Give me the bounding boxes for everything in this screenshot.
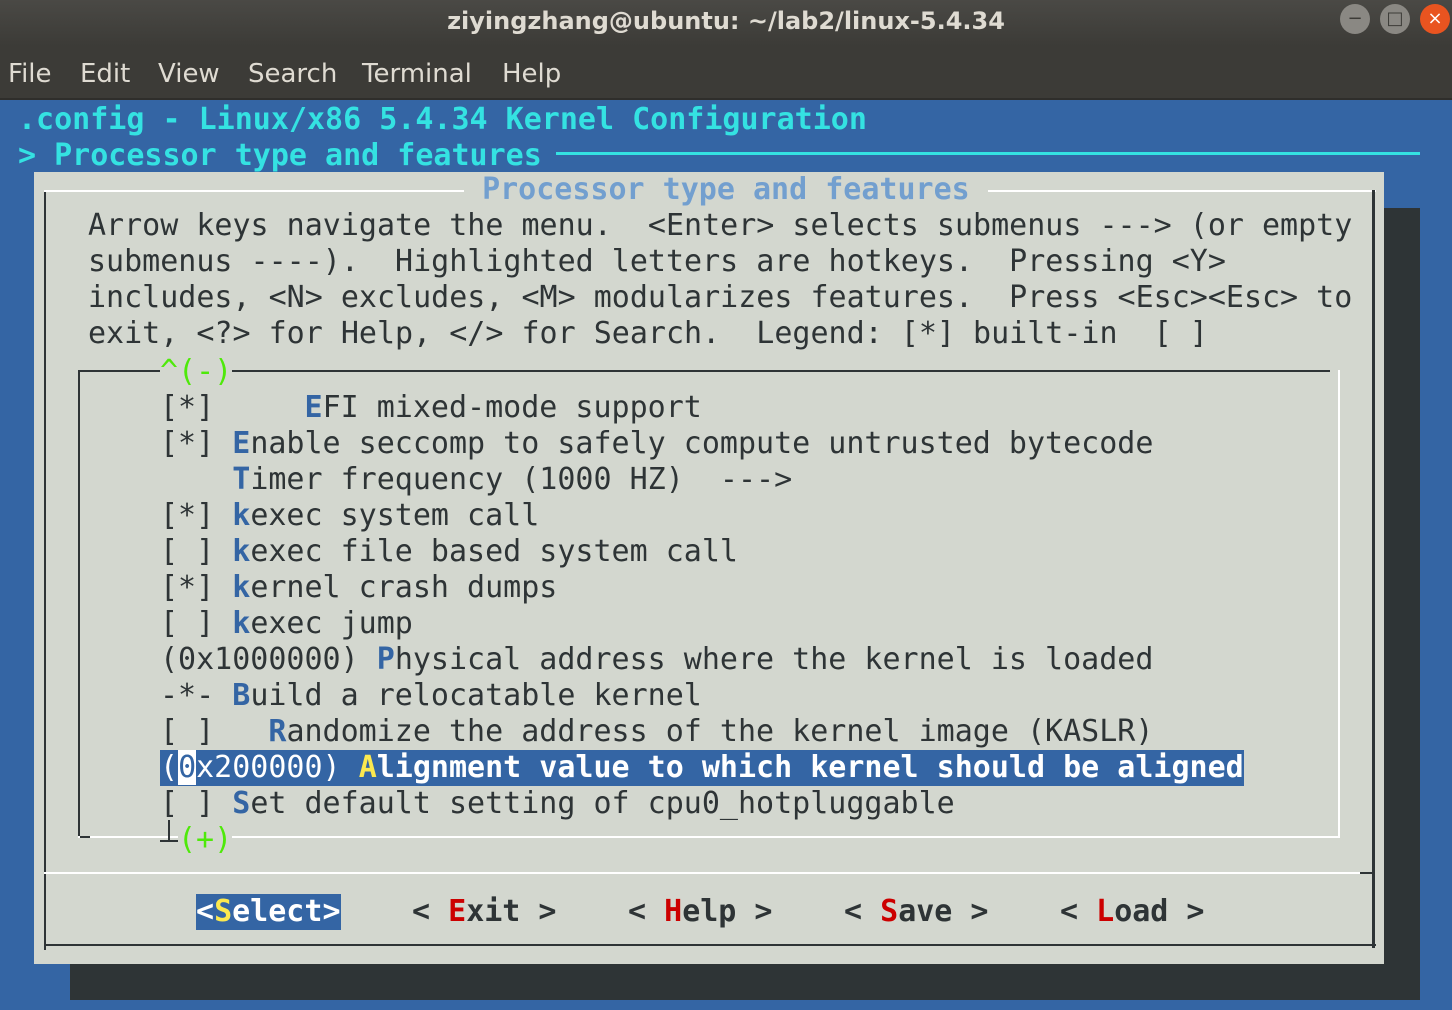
menu-file[interactable]: File [8, 58, 52, 90]
text-cursor: 0 [178, 750, 197, 785]
list-item-selected[interactable]: (0x200000) Alignment value to which kern… [160, 750, 1244, 786]
scroll-down-tick-base [160, 840, 178, 842]
frame-right [1372, 190, 1375, 948]
menuconfig-dialog: Processor type and features Arrow keys n… [34, 172, 1384, 964]
terminal-area[interactable]: .config - Linux/x86 5.4.34 Kernel Config… [0, 100, 1452, 1010]
scroll-up-indicator[interactable]: ^(-) [160, 354, 233, 390]
list-item[interactable]: (0x1000000) Physical address where the k… [160, 642, 1153, 678]
help-line-2: submenus ----). Highlighted letters are … [88, 244, 1226, 279]
menu-view[interactable]: View [158, 58, 220, 90]
frame-bottom [44, 944, 1376, 946]
terminal-window: ziyingzhang@ubuntu: ~/lab2/linux-5.4.34 … [0, 0, 1452, 1010]
list-item[interactable]: [ ] Set default setting of cpu0_hotplugg… [160, 786, 955, 822]
menu-edit[interactable]: Edit [80, 58, 130, 90]
exit-button[interactable]: < Exit > [412, 894, 557, 930]
help-line-3: includes, <N> excludes, <M> modularizes … [88, 280, 1353, 315]
window-title: ziyingzhang@ubuntu: ~/lab2/linux-5.4.34 [447, 7, 1005, 35]
save-button[interactable]: < Save > [844, 894, 989, 930]
list-item[interactable]: [ ] kexec file based system call [160, 534, 738, 570]
maximize-icon[interactable]: □ [1380, 4, 1410, 34]
menu-search[interactable]: Search [248, 58, 337, 90]
load-button[interactable]: < Load > [1060, 894, 1205, 930]
list-item[interactable]: [*] Enable seccomp to safely compute unt… [160, 426, 1153, 462]
breadcrumb: > Processor type and features [18, 138, 542, 173]
menu-terminal[interactable]: Terminal [362, 58, 472, 90]
list-item[interactable]: [*] kernel crash dumps [160, 570, 557, 606]
menu-help[interactable]: Help [502, 58, 561, 90]
list-bottom-corner [80, 836, 90, 838]
minimize-icon[interactable]: − [1340, 4, 1370, 34]
scroll-down-tick [168, 820, 170, 840]
config-title: .config - Linux/x86 5.4.34 Kernel Config… [18, 102, 867, 137]
list-top [78, 370, 1330, 372]
scroll-down-indicator[interactable]: (+) [178, 822, 233, 858]
frame-left [44, 190, 46, 950]
list-item[interactable]: -*- Build a relocatable kernel [160, 678, 702, 714]
help-button[interactable]: < Help > [628, 894, 773, 930]
list-item[interactable]: [*] EFI mixed-mode support [160, 390, 702, 426]
list-item[interactable]: [ ] kexec jump [160, 606, 413, 642]
help-line-1: Arrow keys navigate the menu. <Enter> se… [88, 208, 1353, 243]
list-bottom [78, 836, 1340, 838]
header-rule [556, 152, 1420, 155]
title-bar[interactable]: ziyingzhang@ubuntu: ~/lab2/linux-5.4.34 … [0, 0, 1452, 46]
dialog-title: Processor type and features [464, 172, 988, 208]
button-separator [44, 872, 1374, 874]
menu-bar: File Edit View Search Terminal Help [0, 46, 1452, 100]
list-item[interactable]: Timer frequency (1000 HZ) ---> [160, 462, 792, 498]
list-item[interactable]: [*] kexec system call [160, 498, 539, 534]
list-left [78, 370, 80, 838]
close-icon[interactable]: × [1420, 4, 1450, 34]
list-right [1338, 370, 1340, 838]
help-line-4: exit, <?> for Help, </> for Search. Lege… [88, 316, 1208, 351]
separator-end [1360, 872, 1374, 874]
list-item[interactable]: [ ] Randomize the address of the kernel … [160, 714, 1153, 750]
select-button[interactable]: <Select> [196, 894, 341, 930]
